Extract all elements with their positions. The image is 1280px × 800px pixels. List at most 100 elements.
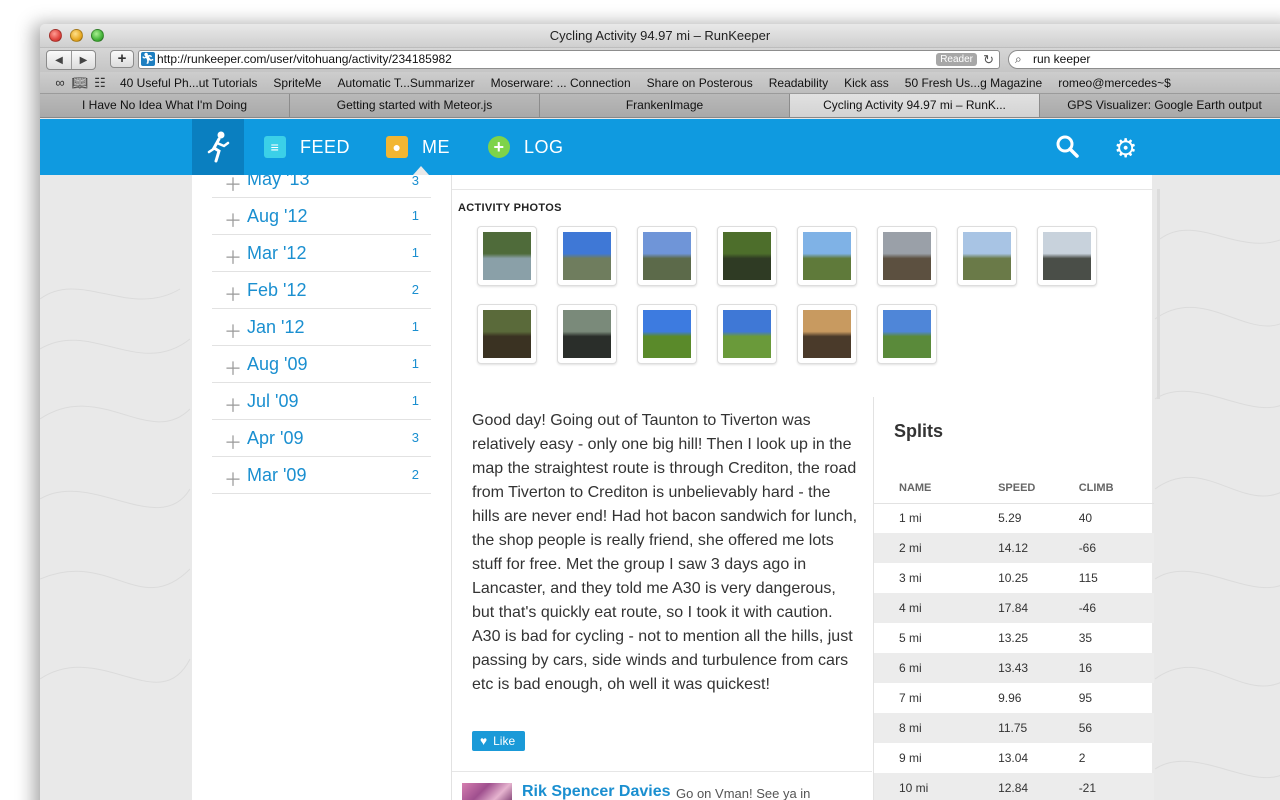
browser-tab-active[interactable]: Cycling Activity 94.97 mi – RunK... [790, 94, 1040, 117]
split-climb: 16 [1078, 653, 1154, 683]
bookmark-item[interactable]: SpriteMe [273, 76, 321, 90]
photo-image [723, 232, 771, 280]
reload-icon[interactable]: ↻ [983, 51, 994, 68]
split-name: 9 mi [899, 751, 922, 765]
splits-table: NAME SPEED CLIMB 1 mi 5.29 40 2 mi 14.12 -66 3… [874, 473, 1154, 800]
photo-image [803, 310, 851, 358]
activity-photo-thumbnail[interactable] [877, 304, 937, 364]
month-row[interactable]: ＋ Feb '12 2 [212, 272, 431, 309]
page-scrollbar[interactable] [1157, 189, 1160, 399]
activity-photo-thumbnail[interactable] [637, 304, 697, 364]
photo-image [563, 232, 611, 280]
month-row[interactable]: ＋ Apr '09 3 [212, 420, 431, 457]
add-bookmark-button[interactable]: + [110, 50, 134, 68]
bookmark-item[interactable]: 40 Useful Ph...ut Tutorials [120, 76, 257, 90]
book-icon[interactable]: 📖︎ [70, 75, 90, 91]
forward-button[interactable]: ▶ [71, 51, 95, 69]
activity-photo-thumbnail[interactable] [1037, 226, 1097, 286]
nav-log[interactable]: + LOG [488, 119, 564, 175]
browser-tab[interactable]: FrankenImage [540, 94, 790, 117]
month-row[interactable]: ＋ Jan '12 1 [212, 309, 431, 346]
month-label: Aug '09 [247, 354, 308, 374]
browser-window: Cycling Activity 94.97 mi – RunKeeper ◀ … [40, 24, 1280, 800]
photo-image [1043, 232, 1091, 280]
history-buttons: ◀ ▶ [46, 50, 96, 70]
photo-image [643, 310, 691, 358]
bookmark-item[interactable]: Moserware: ... Connection [491, 76, 631, 90]
month-label: Feb '12 [247, 280, 307, 300]
activity-photo-thumbnail[interactable] [717, 226, 777, 286]
search-icon[interactable] [1056, 135, 1080, 159]
runkeeper-logo[interactable] [192, 119, 244, 175]
month-row[interactable]: ＋ Mar '12 1 [212, 235, 431, 272]
active-indicator-caret [413, 166, 429, 175]
splits-row: 3 mi 10.25 115 [874, 563, 1154, 593]
split-name: 10 mi [874, 773, 999, 800]
expand-plus-icon: ＋ [224, 359, 242, 379]
divider [452, 189, 1153, 190]
browser-tab[interactable]: Getting started with Meteor.js [290, 94, 540, 117]
activity-photo-thumbnail[interactable] [797, 226, 857, 286]
activity-photo-thumbnail[interactable] [717, 304, 777, 364]
month-count: 1 [411, 393, 419, 408]
splits-row: 6 mi 13.43 16 [874, 653, 1154, 683]
expand-plus-icon: ＋ [224, 470, 242, 490]
content-panel: ＋ May '13 3 ＋ Aug '12 1 ＋ Mar '12 1 ＋ Fe… [192, 169, 1160, 800]
activity-photo-thumbnail[interactable] [957, 226, 1017, 286]
heart-icon: ♥ [480, 734, 488, 748]
splits-title: Splits [894, 421, 944, 441]
bookmark-item[interactable]: Kick ass [844, 76, 889, 90]
nav-feed[interactable]: ≡ FEED [264, 119, 350, 175]
like-button[interactable]: ♥ Like [472, 731, 526, 751]
browser-tab[interactable]: I Have No Idea What I'm Doing [40, 94, 290, 117]
activity-photo-thumbnail[interactable] [637, 226, 697, 286]
split-climb: 40 [1078, 511, 1093, 526]
split-name: 7 mi [899, 691, 922, 705]
column-header: NAME [874, 473, 999, 504]
reading-glasses-icon[interactable]: ∞ [50, 75, 70, 90]
comment-author[interactable]: Rik Spencer Davies [522, 783, 671, 800]
url-text: http://runkeeper.com/user/vitohuang/acti… [157, 52, 452, 66]
activity-photo-thumbnail[interactable] [557, 226, 617, 286]
expand-plus-icon: ＋ [224, 433, 242, 453]
activity-photo-thumbnail[interactable] [797, 304, 857, 364]
activity-photo-thumbnail[interactable] [877, 226, 937, 286]
expand-plus-icon: ＋ [224, 285, 242, 305]
splits-panel: Splits NAME SPEED CLIMB 1 mi 5.29 40 2 mi 14… [873, 397, 1154, 800]
splits-row: 5 mi 13.25 35 [874, 623, 1154, 653]
photo-image [723, 310, 771, 358]
split-speed: 13.43 [998, 653, 1079, 683]
bookmark-item[interactable]: 50 Fresh Us...g Magazine [905, 76, 1042, 90]
photo-image [563, 310, 611, 358]
activity-photo-thumbnail[interactable] [557, 304, 617, 364]
month-row[interactable]: ＋ May '13 3 [212, 169, 431, 198]
browser-tab[interactable]: GPS Visualizer: Google Earth output [1040, 94, 1280, 117]
nav-me-label: ME [422, 136, 450, 157]
split-climb: 95 [1078, 691, 1093, 705]
address-bar[interactable]: 🏃︎ http://runkeeper.com/user/vitohuang/a… [138, 50, 1000, 69]
month-row[interactable]: ＋ Jul '09 1 [212, 383, 431, 420]
month-row[interactable]: ＋ Mar '09 2 [212, 457, 431, 494]
bookmark-item[interactable]: Readability [769, 76, 828, 90]
split-speed: 12.84 [998, 773, 1079, 800]
bookmark-item[interactable]: Share on Posterous [647, 76, 753, 90]
month-count: 2 [411, 282, 419, 297]
bookmark-item[interactable]: romeo@mercedes~$ [1058, 76, 1171, 90]
column-header: CLIMB [1078, 473, 1154, 504]
search-field[interactable]: ⌕ run keeper [1008, 50, 1280, 69]
month-row[interactable]: ＋ Aug '09 1 [212, 346, 431, 383]
comment-text: Go on Vman! See ya in [676, 786, 811, 800]
month-row[interactable]: ＋ Aug '12 1 [212, 198, 431, 235]
back-button[interactable]: ◀ [47, 51, 71, 69]
runner-icon [207, 131, 230, 163]
photo-image [883, 310, 931, 358]
splits-row: 10 mi 12.84 -21 [874, 773, 1154, 800]
grid-icon[interactable]: ☷ [90, 75, 110, 91]
activity-photo-thumbnail[interactable] [477, 304, 537, 364]
settings-gear-icon[interactable]: ⚙ [1114, 133, 1137, 164]
photo-image [803, 232, 851, 280]
activity-photo-thumbnail[interactable] [477, 226, 537, 286]
reader-button[interactable]: Reader [936, 53, 977, 66]
bookmark-item[interactable]: Automatic T...Summarizer [337, 76, 474, 90]
avatar[interactable] [462, 783, 512, 800]
